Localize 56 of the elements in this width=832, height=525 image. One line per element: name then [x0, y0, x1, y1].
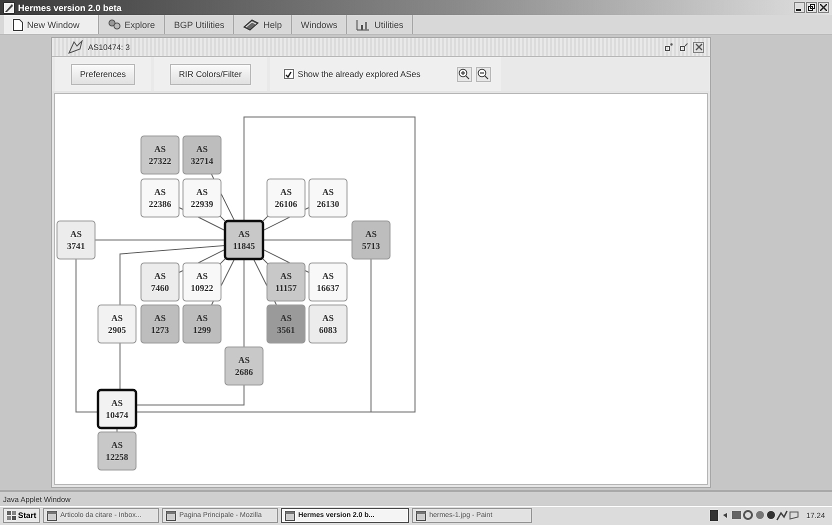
restore-button[interactable] [806, 2, 817, 14]
as-node[interactable]: AS 12258 [98, 432, 136, 471]
as-node[interactable]: AS 11157 [266, 262, 306, 302]
checkmark-icon [285, 70, 292, 78]
as-node[interactable]: AS 16637 [308, 262, 348, 302]
as-node[interactable]: AS 32714 [182, 136, 222, 175]
as-node[interactable]: AS 3741 [56, 220, 96, 260]
close-icon [694, 43, 702, 52]
window-icon [166, 510, 176, 521]
close-icon [820, 4, 827, 12]
as-node[interactable]: AS 27322 [140, 136, 180, 175]
maximize-icon [680, 43, 688, 52]
minimize-button[interactable] [794, 2, 805, 14]
zoom-in-button[interactable] [456, 66, 472, 82]
app-icon [68, 40, 84, 54]
checkbox-label: Show the already explored ASes [298, 69, 421, 80]
window-title: AS10474: 3 [88, 42, 130, 52]
as-node[interactable]: AS 2905 [98, 304, 136, 344]
as-node[interactable]: AS 1273 [140, 304, 180, 344]
minimize-icon [664, 43, 672, 52]
zoom-out-icon [477, 68, 490, 80]
as-node[interactable]: AS 6083 [308, 304, 348, 344]
window-icon [285, 510, 296, 521]
page-icon [13, 18, 23, 31]
as-node[interactable]: AS 7460 [140, 262, 180, 302]
zoom-out-button[interactable] [476, 66, 491, 82]
as-node[interactable]: AS 5713 [352, 220, 390, 260]
menu-item[interactable]: New Window [4, 15, 99, 34]
window-icon [416, 510, 426, 521]
book-icon [243, 18, 260, 31]
as-node[interactable]: AS 3561 [266, 304, 306, 344]
window-icon [47, 510, 58, 521]
as-node[interactable]: AS 10474 [96, 389, 138, 430]
windows-logo-icon [7, 511, 16, 520]
gears-icon [108, 19, 121, 30]
close-button[interactable] [818, 2, 829, 14]
zoom-in-icon [458, 68, 470, 80]
close-button[interactable] [693, 42, 704, 53]
start-button[interactable]: Start [3, 508, 40, 524]
checkbox[interactable] [284, 69, 294, 80]
as-node[interactable]: AS 22386 [140, 178, 180, 218]
colors-filter-button[interactable]: RIR Colors/Filter [170, 64, 251, 85]
maximize-button[interactable] [678, 42, 689, 53]
as-node[interactable]: AS 26130 [308, 178, 348, 218]
as-node[interactable]: AS 22939 [182, 178, 222, 218]
app-icon [3, 2, 15, 14]
as-node[interactable]: AS 26106 [266, 178, 306, 218]
as-node[interactable]: AS 1299 [182, 304, 222, 344]
restore-icon [808, 4, 815, 12]
as-node[interactable]: AS 2686 [224, 346, 264, 386]
window-title: Hermes version 2.0 beta [18, 2, 122, 13]
minimize-button[interactable] [663, 42, 674, 53]
as-node[interactable]: AS 11845 [224, 220, 264, 261]
preferences-button[interactable]: Preferences [71, 64, 135, 85]
as-node[interactable]: AS 10922 [182, 262, 222, 302]
chart-icon [356, 18, 370, 31]
